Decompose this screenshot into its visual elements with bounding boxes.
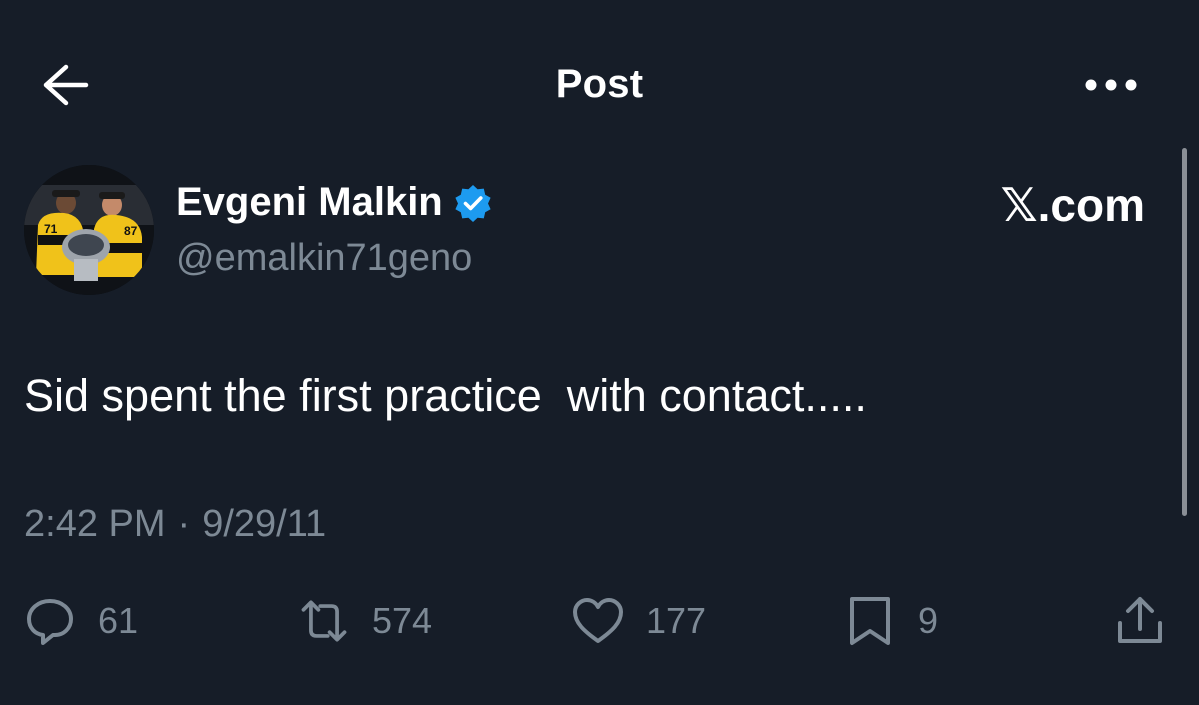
bookmark-count: 9 [918, 600, 939, 641]
author-handle[interactable]: @emalkin71geno [176, 237, 472, 280]
verified-badge-icon [453, 183, 493, 223]
brand-logo: 𝕏.com [1000, 179, 1145, 231]
post-timestamp: 2:42 PM · 9/29/11 [24, 503, 326, 546]
more-options-button[interactable] [1080, 68, 1142, 106]
page-title: Post [555, 62, 644, 106]
repost-icon [296, 593, 352, 649]
author-name: Evgeni Malkin [176, 180, 443, 224]
svg-text:71: 71 [44, 222, 58, 236]
share-button[interactable] [1112, 590, 1168, 652]
post-text: Sid spent the first practice with contac… [24, 370, 867, 421]
top-bar: Post [0, 0, 1199, 170]
reply-button[interactable]: 61 [22, 590, 138, 652]
repost-count: 574 [372, 600, 433, 641]
post-time: 2:42 PM [24, 503, 166, 545]
heart-icon [570, 593, 626, 649]
more-horizontal-icon [1084, 78, 1138, 97]
share-icon [1112, 593, 1168, 649]
scrollbar[interactable] [1182, 148, 1187, 516]
reply-icon [22, 593, 78, 649]
reply-count: 61 [98, 600, 139, 641]
svg-text:87: 87 [124, 224, 138, 238]
bookmark-icon [842, 593, 898, 649]
like-button[interactable]: 177 [570, 590, 706, 652]
avatar-photo: 71 87 [24, 165, 154, 295]
timestamp-separator: · [177, 503, 191, 545]
repost-button[interactable]: 574 [296, 590, 432, 652]
action-bar: 61 574 177 9 [0, 590, 1199, 652]
post-date: 9/29/11 [202, 503, 327, 545]
bookmark-button[interactable]: 9 [842, 590, 938, 652]
avatar[interactable]: 71 87 [24, 165, 154, 295]
like-count: 177 [646, 600, 707, 641]
author-name-row[interactable]: Evgeni Malkin [176, 180, 493, 225]
